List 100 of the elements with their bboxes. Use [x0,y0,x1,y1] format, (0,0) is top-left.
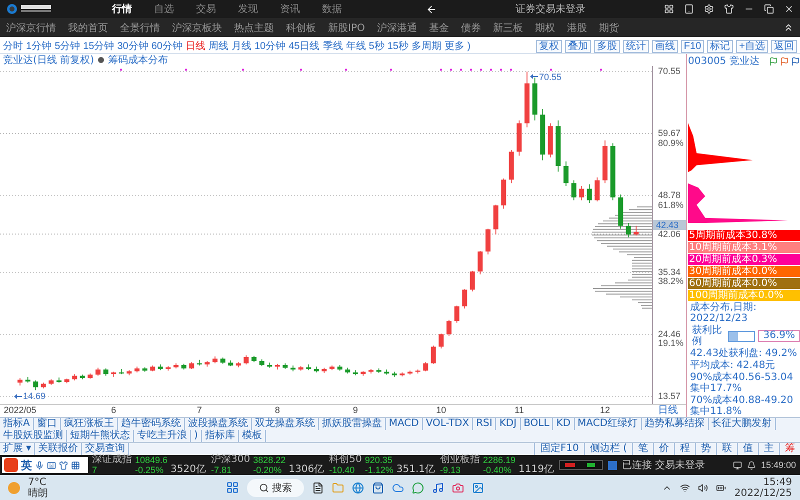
period-tab[interactable]: 更多 ) [444,39,471,53]
nav-tab[interactable]: 数据 [316,2,348,16]
indicator-tab[interactable]: 窗口 [34,418,61,430]
period-tab[interactable]: 分时 [3,39,23,53]
indicator-tab[interactable]: 波段操盘系统 [184,418,252,430]
ime-logo-icon[interactable] [4,458,18,472]
toolbar-button[interactable]: 复权 [536,40,562,52]
grid-icon[interactable] [664,4,674,14]
overlay-label[interactable]: 筹码成本分布 [108,53,168,67]
period-tab[interactable]: 15分钟 [83,39,114,53]
toolbar-button[interactable]: 标记 [707,40,734,52]
microphone-icon[interactable] [35,460,44,470]
login-status[interactable]: 证券交易未登录 [516,2,586,16]
toolbar-button[interactable]: 叠加 [564,40,591,52]
menu-item[interactable]: 债券 [460,20,481,34]
indicator-tab[interactable]: 趋牛密码系统 [118,418,185,430]
music-icon[interactable] [432,482,444,494]
period-tab[interactable]: 季线 [322,39,343,53]
period-tab[interactable]: 5分钟 [54,39,80,53]
menu-item[interactable]: 全景行情 [120,20,160,34]
volume-icon[interactable] [698,482,708,492]
menu-item[interactable]: 我的首页 [68,20,108,34]
period-tab[interactable]: 30分钟 [117,39,148,53]
indicator-tab[interactable]: RSI [473,418,496,430]
clock-time[interactable]: 15:49 [763,476,792,488]
candlestick [586,184,592,204]
cloud-icon[interactable] [392,482,404,494]
indicator-tab[interactable]: 双龙操盘系统 [252,418,319,430]
period-tab[interactable]: 日线 [186,39,206,53]
menu-item[interactable]: 期权 [534,20,555,34]
nav-tab[interactable]: 资讯 [274,2,306,16]
keyboard-icon[interactable] [47,460,56,470]
battery-icon[interactable] [716,482,726,492]
nav-tab[interactable]: 交易 [190,2,222,16]
search-field[interactable]: 搜索 [247,478,304,496]
index-amount: 351.1亿 [396,465,435,475]
image-icon[interactable] [472,482,484,494]
tablet-icon[interactable] [684,4,694,14]
period-tab[interactable]: 周线 [208,39,228,53]
indicator-tab[interactable]: VOL-TDX [422,418,474,430]
indicator-tab[interactable]: KDJ [496,418,521,430]
settings-icon[interactable] [704,4,714,14]
menu-item[interactable]: 热点主题 [234,20,274,34]
store-icon[interactable] [372,482,384,494]
period-tab[interactable]: 5秒 [368,39,384,53]
indicator-tab[interactable]: 长征大鹏发射 [708,418,776,430]
toolbar-button[interactable]: +自选 [736,40,768,52]
shirt-icon[interactable] [59,460,68,470]
period-tab[interactable]: 年线 [346,39,366,53]
weather-temperature[interactable]: 7°C [28,476,48,488]
menu-item[interactable]: 港股 [566,20,587,34]
ime-mode[interactable]: 英 [21,458,32,472]
toolbar-button[interactable]: F10 [680,40,704,52]
toolbar-button[interactable]: 统计 [622,40,649,52]
period-tab[interactable]: 月线 [232,39,252,53]
menu-item[interactable]: 新三板 [492,20,523,34]
menu-item[interactable]: 期货 [598,20,619,34]
close-icon[interactable] [784,4,794,14]
menu-item[interactable]: 沪深京行情 [6,20,56,34]
collapse-icon[interactable] [783,22,794,33]
menu-item[interactable]: 沪深港通 [376,20,417,34]
weather-description[interactable]: 晴朗 [28,488,48,498]
monitor-icon[interactable] [732,460,742,470]
price-tick-label: 35.34 [658,268,681,277]
menu-item[interactable]: 沪深京板块 [172,20,222,34]
indicator-tab[interactable]: 疯狂涨板王 [60,418,118,430]
nav-tab[interactable]: 行情 [106,2,138,16]
wifi-icon[interactable] [680,482,690,492]
toolbar-button[interactable]: 返回 [771,40,797,52]
browser-icon[interactable] [352,482,364,494]
grid-icon[interactable] [71,460,80,470]
period-tab[interactable]: 60分钟 [151,39,182,53]
camera-icon[interactable] [452,482,464,494]
toolbar-button[interactable]: 画线 [652,40,678,52]
period-tab[interactable]: 多周期 [411,39,442,53]
chat-icon[interactable] [412,482,424,494]
indicator-tab[interactable]: KD [553,418,575,430]
period-tab[interactable]: 10分钟 [254,39,286,53]
indicator-tab[interactable]: 趋势私募结探 [642,418,709,430]
period-tab[interactable]: 15秒 [387,39,408,53]
nav-tab[interactable]: 自选 [148,2,180,16]
menu-item[interactable]: 新股IPO [328,20,365,34]
document-icon[interactable] [312,482,324,494]
period-tab[interactable]: 1分钟 [26,39,52,53]
indicator-tab[interactable]: MACD [386,418,423,430]
period-tab[interactable]: 45日线 [288,39,320,53]
low-price-label: 14.69 [14,391,46,402]
back-arrow-icon[interactable] [426,4,438,14]
indicator-tab[interactable]: 抓妖股雷操盘 [318,418,386,430]
nav-tab[interactable]: 发现 [232,2,264,16]
menu-item[interactable]: 基金 [428,20,449,34]
restore-icon[interactable] [764,4,774,14]
start-icon[interactable] [226,481,240,494]
clock-date[interactable]: 2022/12/25 [734,488,792,498]
bell-icon[interactable] [746,460,756,470]
indicator-tab[interactable]: BOLL [520,418,554,430]
toolbar-button[interactable]: 多股 [594,40,620,52]
indicator-tab[interactable]: MACD红绿灯 [574,418,642,430]
menu-item[interactable]: 科创板 [286,20,316,34]
indicator-tab[interactable]: 指标A [0,418,34,430]
